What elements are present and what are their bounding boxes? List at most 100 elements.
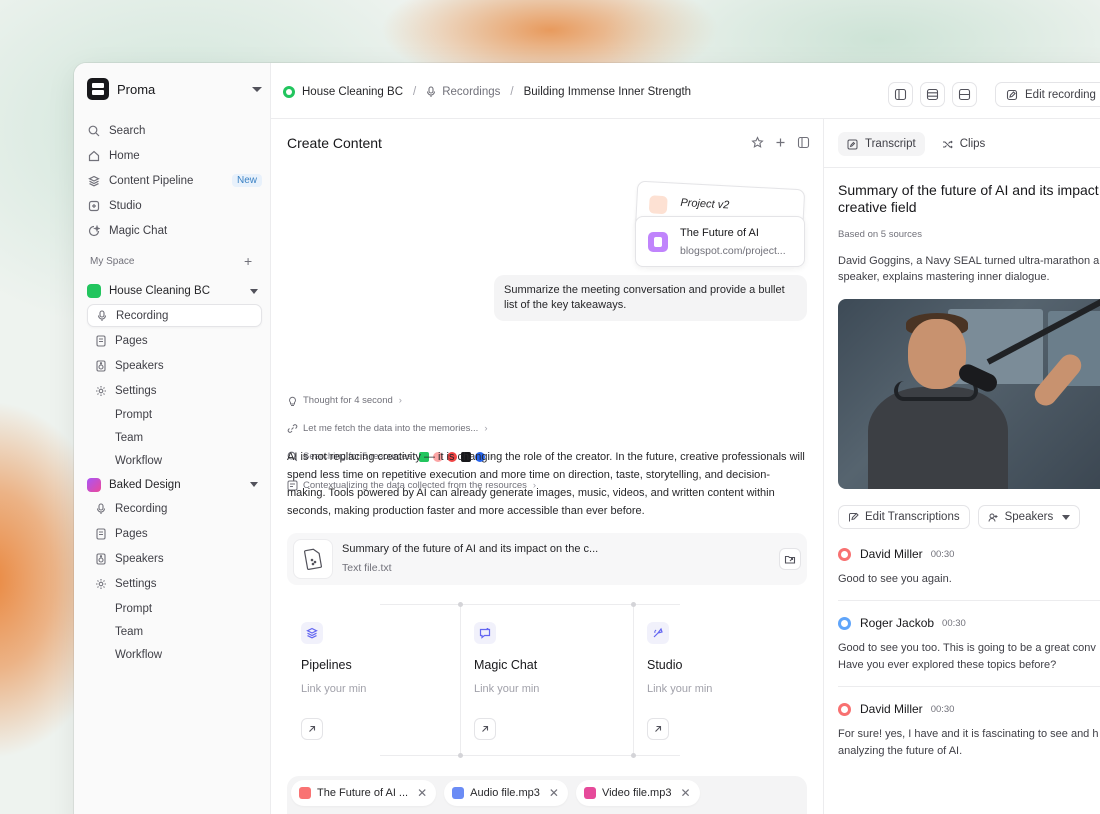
video-thumbnail[interactable] [838, 299, 1100, 489]
item-label: Recording [115, 503, 168, 516]
avatar [838, 547, 851, 561]
attachment-card-link[interactable]: The Future of AI blogspot.com/project... [635, 216, 805, 267]
tab-label: Clips [959, 138, 986, 150]
microphone-icon [426, 86, 436, 98]
sidebar-item-prompt[interactable]: Prompt [87, 403, 262, 426]
layers-icon [301, 622, 323, 644]
chevron-down-icon [1062, 514, 1071, 520]
nav-label: Content Pipeline [109, 174, 194, 187]
edit-icon [848, 512, 859, 523]
arrow-up-right-icon[interactable] [301, 718, 323, 740]
tab-clips[interactable]: Clips [933, 132, 995, 156]
sidebar-item-speakers[interactable]: Speakers [87, 547, 262, 572]
item-label: Speakers [115, 553, 164, 566]
workspace-baked-design[interactable]: Baked Design [87, 473, 262, 497]
composer[interactable]: The Future of AI ... ✕ Audio file.mp3 ✕ … [287, 776, 807, 814]
audio-icon [452, 787, 465, 799]
sidebar-item-recording[interactable]: Recording [87, 497, 262, 522]
avatar [838, 616, 851, 630]
step-fetch[interactable]: Let me fetch the data into the memories.… [287, 423, 488, 434]
app-name: Proma [117, 81, 156, 97]
workspace-switcher[interactable]: Proma [87, 78, 262, 100]
document-edit-icon [847, 139, 858, 150]
speakers-dropdown[interactable]: Speakers [977, 505, 1081, 529]
feature-name: Studio [647, 658, 683, 672]
open-file-button[interactable] [779, 548, 801, 570]
chevron-down-icon[interactable] [250, 288, 258, 294]
summary-text: David Goggins, a Navy SEAL turned ultra-… [838, 255, 1100, 283]
transcript-actions: Edit Transcriptions Speakers [838, 505, 1081, 529]
feature-card-magic-chat[interactable]: Magic Chat Link your min [460, 604, 633, 756]
chevron-down-icon[interactable] [250, 482, 258, 488]
workspace-icon [87, 284, 101, 298]
arrow-up-right-icon[interactable] [647, 718, 669, 740]
sidebar-item-workflow[interactable]: Workflow [87, 643, 262, 666]
chip-audio[interactable]: Audio file.mp3 ✕ [444, 780, 568, 806]
timestamp[interactable]: 00:30 [931, 549, 955, 560]
studio-icon [87, 199, 101, 213]
breadcrumb-recordings[interactable]: Recordings [442, 86, 500, 98]
home-icon [87, 149, 101, 163]
plus-icon[interactable] [774, 136, 787, 154]
sidebar-toggle-icon[interactable] [797, 136, 810, 154]
feature-desc: Link your min [647, 683, 713, 695]
sidebar-item-team[interactable]: Team [87, 426, 262, 449]
nav-label: Studio [109, 199, 142, 212]
attachment-title: The Future of AI [680, 227, 759, 239]
speaker-filter-icon [988, 512, 999, 523]
breadcrumb-workspace[interactable]: House Cleaning BC [302, 86, 403, 98]
sidebar-item-settings[interactable]: Settings [87, 378, 262, 403]
sidebar-item-team[interactable]: Team [87, 620, 262, 643]
item-label: Settings [115, 578, 157, 591]
timestamp[interactable]: 00:30 [942, 618, 966, 629]
sidebar-item-prompt[interactable]: Prompt [87, 597, 262, 620]
panel-view-button[interactable] [952, 82, 977, 107]
transcript-text: Good to see you again. [838, 573, 952, 585]
sidebar-item-recording[interactable]: Recording [87, 304, 262, 327]
star-icon[interactable] [751, 136, 764, 154]
close-icon[interactable]: ✕ [680, 786, 690, 800]
step-thought[interactable]: Thought for 4 second › [287, 395, 402, 406]
link-icon [287, 423, 298, 434]
sidebar-item-settings[interactable]: Settings [87, 572, 262, 597]
feature-card-pipelines[interactable]: Pipelines Link your min [287, 604, 460, 756]
timestamp[interactable]: 00:30 [931, 704, 955, 715]
add-space-icon[interactable]: + [244, 253, 252, 269]
page-icon [95, 334, 107, 347]
nav-home[interactable]: Home [87, 143, 262, 168]
close-icon[interactable]: ✕ [549, 786, 559, 800]
chip-pdf[interactable]: The Future of AI ... ✕ [291, 780, 437, 806]
new-badge: New [231, 174, 262, 187]
feature-card-studio[interactable]: Studio Link your min [633, 604, 806, 756]
panel-tabs: Transcript Clips [838, 132, 994, 156]
edit-transcriptions-button[interactable]: Edit Transcriptions [838, 505, 970, 529]
breadcrumb-current: Building Immense Inner Strength [523, 86, 692, 98]
feature-grid: Pipelines Link your min Magic Chat Link … [287, 602, 807, 758]
file-result-card[interactable]: Summary of the future of AI and its impa… [287, 533, 807, 585]
sidebar-item-speakers[interactable]: Speakers [87, 353, 262, 378]
edit-recording-label: Edit recording [1025, 88, 1096, 101]
list-view-button[interactable] [920, 82, 945, 107]
edit-recording-button[interactable]: Edit recording [995, 82, 1100, 107]
sidebar-item-workflow[interactable]: Workflow [87, 450, 262, 473]
nav-content-pipeline[interactable]: Content Pipeline New [87, 168, 262, 193]
nav-search[interactable]: Search [87, 118, 262, 143]
step-label: Thought for 4 second [303, 395, 393, 406]
sidebar-item-pages[interactable]: Pages [87, 328, 262, 353]
close-icon[interactable]: ✕ [417, 786, 427, 800]
split-view-button[interactable] [888, 82, 913, 107]
arrow-up-right-icon[interactable] [474, 718, 496, 740]
workspace-house-cleaning[interactable]: House Cleaning BC [87, 279, 262, 303]
tab-transcript[interactable]: Transcript [838, 132, 925, 156]
user-message: Summarize the meeting conversation and p… [494, 275, 807, 321]
chevron-down-icon [252, 86, 262, 92]
sidebar-item-pages[interactable]: Pages [87, 522, 262, 547]
nav-studio[interactable]: Studio [87, 193, 262, 218]
chevron-right-icon: › [398, 395, 402, 406]
speaker-name: David Miller [860, 702, 923, 716]
chip-video[interactable]: Video file.mp3 ✕ [575, 780, 700, 806]
chip-label: Video file.mp3 [601, 787, 672, 799]
nav-magic-chat[interactable]: Magic Chat [87, 218, 262, 243]
button-label: Edit Transcriptions [865, 511, 960, 523]
workspace-name: Baked Design [109, 478, 181, 491]
